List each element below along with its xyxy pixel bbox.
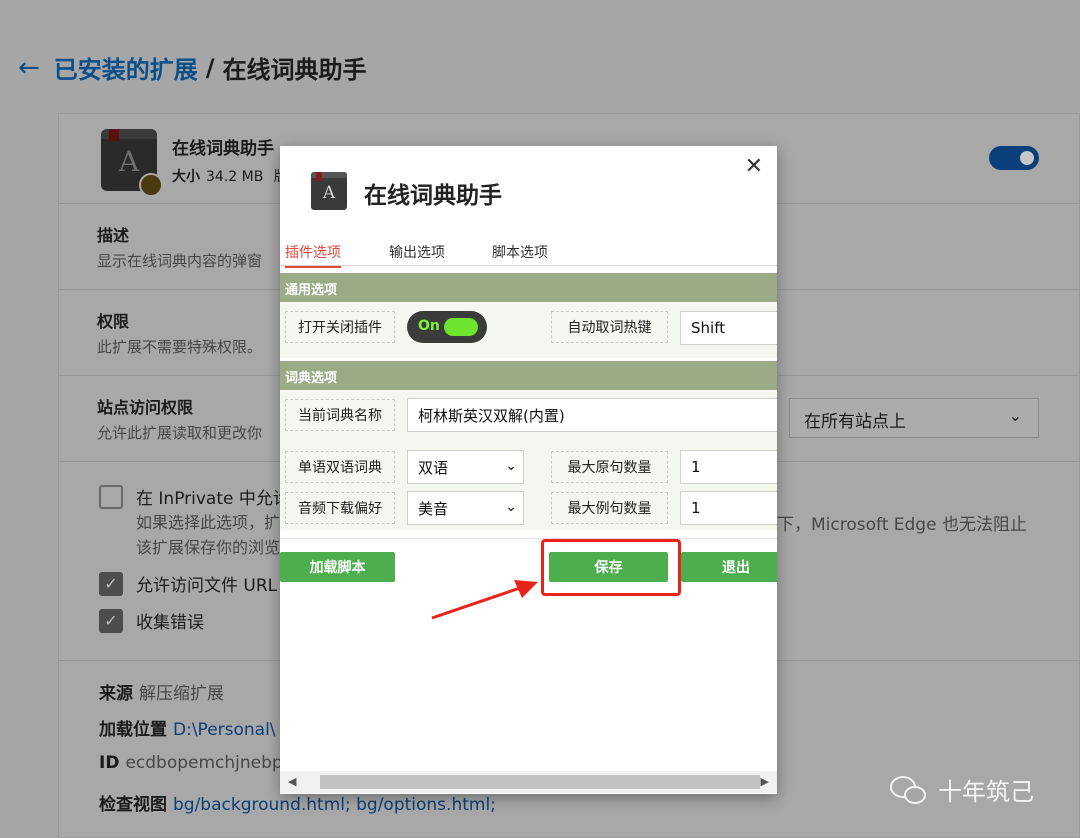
max-original-label: 最大原句数量 [551, 451, 668, 483]
current-dictionary-field[interactable]: 柯林斯英汉双解(内置) [407, 398, 777, 432]
chevron-down-icon: ⌄ [505, 458, 517, 474]
current-dictionary-label: 当前词典名称 [285, 399, 395, 431]
scroll-left-icon[interactable]: ◀ [288, 775, 296, 788]
horizontal-scrollbar[interactable]: ◀ ▶ [280, 771, 777, 793]
inprivate-row: 在 InPrivate 中允许 [99, 484, 290, 509]
divider [280, 538, 777, 539]
breadcrumb: ← 已安装的扩展 / 在线词典助手 [18, 50, 367, 85]
scrollbar-thumb[interactable] [320, 775, 760, 789]
id-line: ID ecdbopemchjnebp [99, 753, 283, 773]
collect-errors-label: 收集错误 [136, 613, 204, 633]
inprivate-label: 在 InPrivate 中允许 [136, 489, 290, 509]
plugin-on-toggle[interactable]: On [407, 311, 487, 343]
site-access-select[interactable]: 在所有站点上 ⌄ [789, 398, 1039, 438]
dictionary-mode-label: 单语双语词典 [285, 451, 395, 483]
dictionary-book-icon: A [101, 129, 163, 197]
file-url-checkbox[interactable]: ✓ [99, 571, 123, 596]
extension-size: 大小34.2 MB 版 [172, 169, 288, 185]
load-location-line: 加载位置 D:\Personal\ [99, 720, 276, 740]
toggle-plugin-label: 打开关闭插件 [285, 311, 395, 343]
collect-errors-row: ✓ 收集错误 [99, 608, 204, 633]
file-url-row: ✓ 允许访问文件 URL [99, 571, 277, 596]
options-dialog: ✕ A 在线词典助手 插件选项 输出选项 脚本选项 通用选项 打开关闭插件 On… [280, 146, 777, 794]
close-icon[interactable]: ✕ [745, 154, 763, 179]
site-access-text: 允许此扩展读取和更改你 [97, 424, 263, 442]
breadcrumb-installed-extensions-link[interactable]: 已安装的扩展 [54, 50, 198, 85]
dictionary-mode-select[interactable]: 双语 ⌄ [407, 450, 524, 484]
chevron-down-icon: ⌄ [505, 499, 517, 515]
inspect-views-links[interactable]: bg/background.html; bg/options.html; [173, 795, 496, 815]
tab-script-options[interactable]: 脚本选项 [492, 242, 548, 266]
scroll-right-icon[interactable]: ▶ [761, 775, 769, 788]
inprivate-description-tail: 下，Microsoft Edge 也无法阻止 [777, 515, 1027, 535]
watermark: 十年筑己 [890, 772, 1034, 807]
dictionary-book-icon: A [311, 172, 347, 210]
chevron-down-icon: ⌄ [1008, 406, 1022, 425]
collect-errors-checkbox[interactable]: ✓ [99, 608, 123, 633]
breadcrumb-separator: / [205, 53, 215, 82]
description-title: 描述 [97, 226, 130, 245]
dialog-title: 在线词典助手 [364, 183, 502, 209]
source-line: 来源 解压缩扩展 [99, 684, 224, 704]
load-location-link[interactable]: D:\Personal\ [173, 720, 276, 740]
max-original-input[interactable]: 1 [680, 450, 777, 484]
description-text: 显示在线词典内容的弹窗 [97, 252, 263, 270]
breadcrumb-current: 在线词典助手 [222, 56, 367, 84]
dialog-tabs: 插件选项 输出选项 脚本选项 [280, 242, 777, 268]
back-arrow-icon[interactable]: ← [18, 53, 40, 83]
save-highlight-box [541, 539, 681, 596]
max-example-input[interactable]: 1 [680, 491, 777, 525]
exit-button[interactable]: 退出 [681, 552, 777, 582]
file-url-label: 允许访问文件 URL [136, 576, 278, 596]
tab-output-options[interactable]: 输出选项 [389, 242, 445, 266]
inprivate-checkbox[interactable] [99, 484, 123, 509]
max-example-label: 最大例句数量 [551, 492, 668, 524]
site-access-title: 站点访问权限 [97, 398, 194, 417]
hotkey-label: 自动取词热键 [551, 311, 668, 343]
extension-name: 在线词典助手 [172, 139, 274, 159]
wechat-icon [890, 774, 930, 806]
audio-preference-label: 音频下载偏好 [285, 492, 395, 524]
audio-preference-select[interactable]: 美音 ⌄ [407, 491, 524, 525]
permissions-title: 权限 [97, 312, 130, 331]
extension-badge-icon [139, 173, 163, 197]
dictionary-options-heading: 词典选项 [280, 361, 777, 390]
general-options-heading: 通用选项 [280, 273, 777, 302]
tab-plugin-options[interactable]: 插件选项 [285, 242, 341, 268]
permissions-text: 此扩展不需要特殊权限。 [97, 338, 263, 356]
load-script-button[interactable]: 加载脚本 [280, 552, 395, 582]
extension-enable-toggle[interactable] [989, 146, 1039, 170]
hotkey-input[interactable]: Shift [680, 311, 777, 345]
